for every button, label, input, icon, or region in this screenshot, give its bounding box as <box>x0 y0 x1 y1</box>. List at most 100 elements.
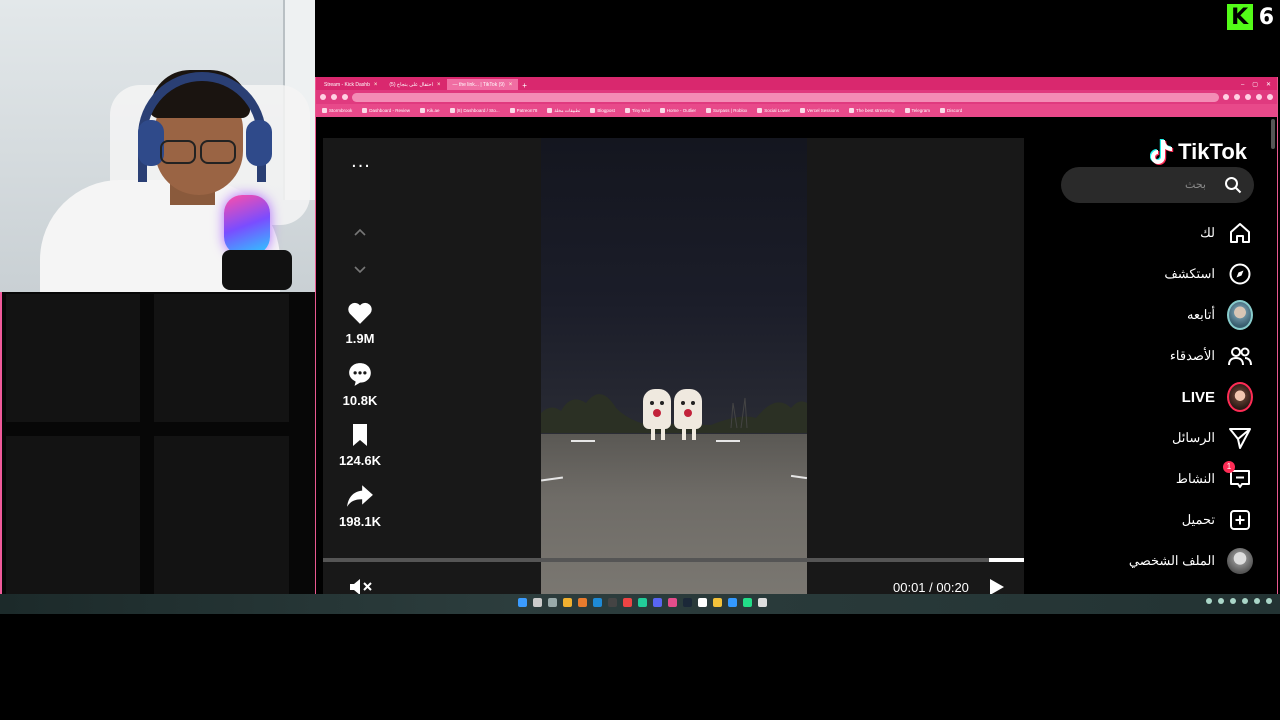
sidebar-item-explore[interactable]: استكشف <box>1164 261 1253 287</box>
tab-label: احتفال على بنجاح (5) <box>389 81 434 88</box>
sidebar-item-profile[interactable]: الملف الشخصي <box>1129 548 1253 574</box>
video-frame[interactable] <box>541 138 807 594</box>
app-icon[interactable] <box>728 598 737 607</box>
steam-icon[interactable] <box>683 598 692 607</box>
comment-action[interactable]: 10.8K <box>323 361 397 408</box>
bookmark[interactable]: (8) Dashboard / Sto... <box>449 108 500 113</box>
bookmark[interactable]: Social Lower <box>757 108 790 113</box>
bookmark[interactable]: تطبيقات مخلة <box>547 108 580 114</box>
tiktok-logo[interactable]: TikTok <box>1150 139 1247 165</box>
tab-label: Stream - Kick Dashb <box>324 81 370 88</box>
bookmark[interactable]: Kik.ae <box>420 108 440 113</box>
close-icon[interactable]: × <box>374 82 378 88</box>
minimize-icon[interactable]: – <box>1241 82 1244 88</box>
like-action[interactable]: 1.9M <box>323 301 397 346</box>
mascot-left <box>643 389 671 429</box>
bookmark[interactable]: Discord <box>940 108 962 113</box>
search-icon[interactable] <box>1224 176 1242 194</box>
sidebar-item-upload[interactable]: تحميل <box>1182 507 1253 533</box>
app-icon[interactable] <box>668 598 677 607</box>
chrome-icon[interactable] <box>623 598 632 607</box>
share-action[interactable]: 198.1K <box>323 484 397 529</box>
sidebar-item-for-you[interactable]: لك <box>1200 220 1253 246</box>
bookmark[interactable]: Surpass | Roblox <box>706 108 747 113</box>
video-parking-lot <box>541 434 807 594</box>
muted-speaker-icon[interactable] <box>349 578 373 594</box>
app-icon[interactable] <box>608 598 617 607</box>
comment-icon[interactable] <box>347 361 373 387</box>
menu-icon[interactable] <box>1267 94 1273 100</box>
mascot-leg <box>661 428 665 440</box>
tray-icon[interactable] <box>1206 598 1212 604</box>
extension-icon[interactable] <box>1234 94 1240 100</box>
chevron-down-icon[interactable] <box>352 262 368 278</box>
close-icon[interactable]: × <box>437 82 441 88</box>
save-action[interactable]: 124.6K <box>323 423 397 468</box>
battery-icon[interactable] <box>1266 598 1272 604</box>
bookmark[interactable]: Home - Outlier <box>659 108 696 113</box>
bookmark[interactable]: Telegram <box>904 108 930 113</box>
url-input[interactable] <box>352 92 1219 102</box>
app-icon[interactable] <box>638 598 647 607</box>
search-bar[interactable]: بحث <box>1061 167 1254 203</box>
bookmark[interactable]: Stormbrook <box>322 108 352 113</box>
files-icon[interactable] <box>548 598 557 607</box>
forward-icon[interactable] <box>331 94 337 100</box>
windows-start-icon[interactable] <box>518 598 527 607</box>
profile-icon[interactable] <box>1256 94 1262 100</box>
play-icon[interactable] <box>987 578 1005 594</box>
microphone-stand <box>222 250 292 290</box>
sidebar-item-messages[interactable]: الرسائل <box>1172 425 1253 451</box>
bookmark[interactable]: Dashboard - Review <box>362 108 410 113</box>
wifi-icon[interactable] <box>1242 598 1248 604</box>
browser-window: Stream - Kick Dashb × احتفال على بنجاح (5… <box>315 77 1278 594</box>
back-icon[interactable] <box>320 94 326 100</box>
tab-kick-dashboard[interactable]: Stream - Kick Dashb × <box>318 79 383 90</box>
tab-arabic[interactable]: احتفال على بنجاح (5) × <box>383 79 446 90</box>
bookmark[interactable]: The best streaming <box>849 108 895 113</box>
sidebar-item-live[interactable]: LIVE <box>1182 382 1253 412</box>
video-timecode: 00:01 / 00:20 <box>893 580 969 594</box>
folder-icon[interactable] <box>713 598 722 607</box>
extension-icon[interactable] <box>1245 94 1251 100</box>
chevron-up-icon[interactable] <box>352 224 368 240</box>
search-icon[interactable] <box>533 598 542 607</box>
reload-icon[interactable] <box>342 94 348 100</box>
sidebar-item-friends[interactable]: الأصدقاء <box>1170 343 1253 369</box>
more-options-button[interactable]: ... <box>349 151 373 172</box>
bookmark[interactable]: Tiny Mail <box>624 108 650 113</box>
close-window-icon[interactable]: ✕ <box>1266 81 1271 88</box>
app-icon[interactable] <box>563 598 572 607</box>
tab-tiktok[interactable]: — the link... | TikTok (9) × <box>446 79 519 90</box>
bookmark[interactable]: Blogpost <box>590 108 615 113</box>
search-input[interactable]: بحث <box>1185 178 1206 191</box>
sidebar-item-label: أتابعه <box>1186 307 1215 322</box>
bookmark[interactable]: Vercel Sessions <box>799 108 839 113</box>
like-count: 1.9M <box>345 331 375 346</box>
app-icon[interactable] <box>758 598 767 607</box>
tray-icon[interactable] <box>1230 598 1236 604</box>
share-icon[interactable] <box>346 484 374 508</box>
discord-icon[interactable] <box>653 598 662 607</box>
app-icon[interactable] <box>743 598 752 607</box>
app-icon[interactable] <box>578 598 587 607</box>
close-icon[interactable]: × <box>509 82 513 88</box>
vscode-icon[interactable] <box>593 598 602 607</box>
bookmark[interactable]: Patreon78 <box>509 108 537 113</box>
tray-icon[interactable] <box>1218 598 1224 604</box>
sidebar-scrollbar[interactable] <box>1271 119 1275 149</box>
sidebar-item-activity[interactable]: النشاط 1 <box>1176 461 1253 492</box>
new-tab-button[interactable]: + <box>518 81 531 90</box>
video-progress-bar[interactable] <box>323 558 1024 562</box>
sidebar-item-following[interactable]: أتابعه <box>1186 300 1253 330</box>
extension-icon[interactable] <box>1223 94 1229 100</box>
compass-icon <box>1229 263 1251 285</box>
maximize-icon[interactable]: ▢ <box>1252 81 1258 88</box>
sidebar-item-label: الملف الشخصي <box>1128 553 1215 568</box>
following-avatar <box>1227 300 1253 330</box>
volume-icon[interactable] <box>1254 598 1260 604</box>
video-player: ... 1.9M 10.8K 124.6K 198.1K 00:01 / 00:… <box>323 138 1024 594</box>
calendar-icon[interactable] <box>698 598 707 607</box>
heart-icon[interactable] <box>347 301 373 325</box>
bookmark-icon[interactable] <box>349 423 371 447</box>
